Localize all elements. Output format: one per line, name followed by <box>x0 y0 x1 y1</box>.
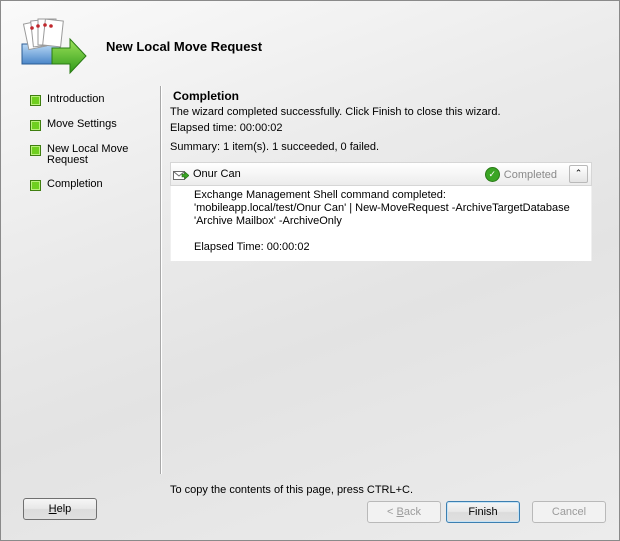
help-accelerator: H <box>48 503 57 515</box>
finish-button[interactable]: Finish <box>446 501 520 523</box>
window-border <box>0 0 620 541</box>
status-label: Completed <box>503 168 557 181</box>
result-header: Onur Can ✓ Completed ⌃ <box>170 162 592 186</box>
command-line-2: 'mobileapp.local/test/Onur Can' | New-Mo… <box>194 202 570 214</box>
step-complete-icon <box>30 120 41 131</box>
nav-item-label: Introduction <box>47 93 105 105</box>
result-user-name: Onur Can <box>193 168 241 180</box>
wizard-title: New Local Move Request <box>106 39 263 54</box>
success-message: The wizard completed successfully. Click… <box>170 106 501 118</box>
help-label: elp <box>56 503 72 515</box>
back-button[interactable]: < Back <box>367 501 441 523</box>
step-complete-icon <box>30 145 41 156</box>
copy-hint: To copy the contents of this page, press… <box>170 484 414 496</box>
result-status: ✓ Completed <box>484 167 557 182</box>
back-prefix: < <box>387 506 397 518</box>
command-line-1: Exchange Management Shell command comple… <box>194 189 446 201</box>
wizard-steps-nav: Introduction Move Settings New Local Mov… <box>30 94 155 204</box>
result-details: Exchange Management Shell command comple… <box>170 186 592 261</box>
nav-item-completion[interactable]: Completion <box>30 179 155 191</box>
nav-item-label: New Local Move Request <box>47 143 129 166</box>
nav-item-new-local-move-request[interactable]: New Local Move Request <box>30 144 155 166</box>
step-complete-icon <box>30 95 41 106</box>
help-button[interactable]: Help <box>23 498 97 520</box>
nav-item-label: Completion <box>47 178 103 190</box>
collapse-button[interactable]: ⌃ <box>569 165 588 183</box>
back-accelerator: B <box>396 506 404 518</box>
step-complete-icon <box>30 180 41 191</box>
summary-text: Summary: 1 item(s). 1 succeeded, 0 faile… <box>170 141 380 153</box>
back-label: ack <box>403 506 421 518</box>
completion-panel: Completion The wizard completed successf… <box>170 89 592 261</box>
result-elapsed-time: Elapsed Time: 00:00:02 <box>194 241 310 253</box>
cancel-button[interactable]: Cancel <box>532 501 606 523</box>
section-title: Completion <box>173 89 239 103</box>
elapsed-time: Elapsed time: 00:00:02 <box>170 122 283 134</box>
command-line-3: 'Archive Mailbox' -ArchiveOnly <box>194 215 342 227</box>
nav-divider <box>160 86 162 474</box>
check-icon: ✓ <box>484 167 500 182</box>
nav-item-label: Move Settings <box>47 118 117 130</box>
double-chevron-up-icon: ⌃ <box>574 168 583 178</box>
nav-item-introduction[interactable]: Introduction <box>30 94 155 106</box>
nav-item-move-settings[interactable]: Move Settings <box>30 119 155 131</box>
user-mailbox-icon <box>173 171 189 180</box>
mailbox-move-icon <box>21 18 87 75</box>
